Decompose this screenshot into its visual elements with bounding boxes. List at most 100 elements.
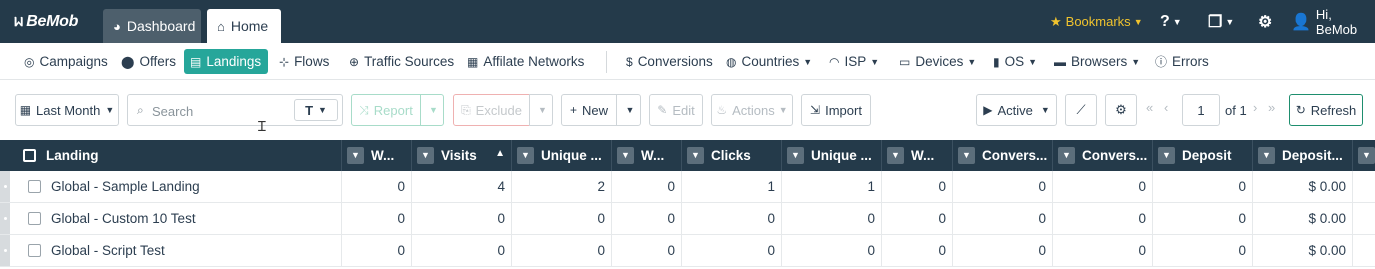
nav-browsers[interactable]: ▬ Browsers ▼ [1048, 49, 1146, 74]
landings-icon: ▤ [190, 54, 202, 69]
status-filter-select[interactable]: ▶ Active ▼ [976, 94, 1057, 126]
nav-isp[interactable]: ◠ ISP ▼ [823, 49, 885, 74]
actions-button[interactable]: ♨ Actions ▼ [711, 94, 793, 126]
row-checkbox[interactable] [28, 212, 41, 225]
prev-page-icon[interactable]: ‹ [1164, 100, 1168, 115]
globe-icon: ⊕ [349, 54, 360, 69]
report-button[interactable]: ⤨ Report [351, 94, 421, 126]
edit-button[interactable]: ✎ Edit [649, 94, 703, 126]
filter-icon[interactable]: ▼ [687, 147, 704, 164]
table-row[interactable]: Global - Custom 10 Test 0 0 0 0 0 0 0 0 0 0 $ 0.00 [0, 203, 1375, 235]
tab-dashboard[interactable]: ◕ Dashboard [103, 9, 201, 43]
workspaces-menu[interactable]: ❐ ▼ [1208, 0, 1234, 43]
column-header[interactable]: ▼ Unique ... [781, 140, 881, 171]
column-header[interactable]: ▼ W... [881, 140, 952, 171]
campaigns-icon: ◎ [24, 54, 35, 69]
new-dropdown[interactable]: ▼ [616, 94, 641, 126]
table-cell: 0 [952, 171, 1052, 202]
table-cell: 0 [341, 235, 411, 266]
table-cell: $ 0.00 [1252, 203, 1352, 234]
date-range-select[interactable]: ▦ Last Month ▼ [15, 94, 119, 126]
new-button[interactable]: + New [561, 94, 617, 126]
filter-icon[interactable]: ▼ [887, 147, 904, 164]
cell-landing[interactable]: Global - Custom 10 Test [10, 203, 341, 234]
nav-os[interactable]: ▮ OS ▼ [987, 49, 1043, 74]
column-header[interactable]: ▼ W... [341, 140, 411, 171]
next-page-icon[interactable]: › [1253, 100, 1257, 115]
nav-countries[interactable]: ◍ Countries ▼ [720, 49, 818, 74]
settings-button[interactable]: ⚙ [1258, 0, 1272, 43]
column-header[interactable]: ▼ Convers... [1052, 140, 1152, 171]
column-settings-button[interactable]: ⚙ [1105, 94, 1137, 126]
gear-icon: ⚙ [1115, 102, 1127, 117]
top-bar: ᥕ BeMob ◕ Dashboard ⌂ Home ★ Bookmarks ▼ ? ▼ ❐… [0, 0, 1375, 43]
cell-landing[interactable]: Global - Script Test [10, 235, 341, 266]
table-cell: 0 [681, 235, 781, 266]
column-header[interactable]: ▼ W... [611, 140, 681, 171]
exclude-button[interactable]: ⎘ Exclude [453, 94, 530, 126]
nav-campaigns[interactable]: ◎ Campaigns [18, 49, 114, 74]
home-icon: ⌂ [217, 18, 225, 34]
nav-errors[interactable]: ⓘ Errors [1149, 49, 1215, 74]
column-visits[interactable]: ▼ Visits ▲ [411, 140, 511, 171]
chart-icon: ⟋ [1076, 102, 1086, 117]
filter-icon[interactable]: ▼ [1358, 147, 1375, 164]
table-cell: 0 [411, 203, 511, 234]
help-menu[interactable]: ? ▼ [1160, 0, 1182, 43]
filter-icon[interactable]: ▼ [958, 147, 975, 164]
last-page-icon[interactable]: » [1268, 100, 1275, 115]
filter-icon[interactable]: ▼ [1258, 147, 1275, 164]
row-handle[interactable] [0, 171, 10, 202]
user-menu[interactable]: 👤 Hi, BeMob [1291, 0, 1375, 43]
countries-icon: ◍ [726, 54, 737, 69]
row-checkbox[interactable] [28, 244, 41, 257]
table-header: Landing ▼ W... ▼ Visits ▲ ▼ Unique ... ▼ W...… [0, 140, 1375, 171]
laptop-icon: ▭ [899, 54, 911, 69]
nav-traffic-sources[interactable]: ⊕ Traffic Sources [343, 49, 460, 74]
nav-flows[interactable]: ⊹ Flows [273, 49, 335, 74]
column-clicks[interactable]: ▼ Clicks [681, 140, 781, 171]
first-page-icon[interactable]: « [1146, 100, 1153, 115]
column-header[interactable]: ▼ Convers... [952, 140, 1052, 171]
nav-devices[interactable]: ▭ Devices ▼ [893, 49, 982, 74]
nav-conversions[interactable]: $ Conversions [620, 49, 719, 74]
row-checkbox[interactable] [28, 180, 41, 193]
exclude-dropdown[interactable]: ▼ [529, 94, 553, 126]
filter-icon[interactable]: ▼ [347, 147, 364, 164]
search-type-select[interactable]: T ▼ [294, 99, 338, 121]
column-deposit[interactable]: ▼ Deposit [1152, 140, 1252, 171]
filter-icon[interactable]: ▼ [617, 147, 634, 164]
filter-icon[interactable]: ▼ [1058, 147, 1075, 164]
column-header[interactable]: ▼ [1352, 140, 1375, 171]
page-number-input[interactable]: 1 [1182, 94, 1220, 126]
filter-icon[interactable]: ▼ [517, 147, 534, 164]
filter-icon[interactable]: ▼ [1158, 147, 1175, 164]
filter-icon[interactable]: ▼ [417, 147, 434, 164]
search-input[interactable] [152, 101, 312, 121]
chevron-down-icon: ▼ [1172, 16, 1182, 27]
report-dropdown[interactable]: ▼ [420, 94, 444, 126]
column-header[interactable]: ▼ Unique ... [511, 140, 611, 171]
nav-affiliate-networks[interactable]: ▦ Affilate Networks [461, 49, 590, 74]
search-field: ⌕ T▼ [127, 94, 343, 126]
select-all-checkbox[interactable] [23, 149, 36, 162]
table-cell: $ 0.00 [1252, 171, 1352, 202]
table-row[interactable]: Global - Sample Landing 0 4 2 0 1 1 0 0 0 0 $ 0.00 [0, 171, 1375, 203]
logo[interactable]: ᥕ BeMob [14, 13, 78, 31]
table-cell: 2 [511, 171, 611, 202]
tab-home[interactable]: ⌂ Home [207, 9, 281, 43]
row-handle[interactable] [0, 235, 10, 266]
bookmarks-menu[interactable]: ★ Bookmarks ▼ [1050, 0, 1143, 43]
gear-icon: ⚙ [1258, 13, 1273, 31]
cell-landing[interactable]: Global - Sample Landing [10, 171, 341, 202]
nav-offers[interactable]: ⬤ Offers [115, 49, 182, 74]
column-landing[interactable]: Landing [0, 140, 341, 171]
refresh-button[interactable]: ↻ Refresh [1289, 94, 1363, 126]
import-button[interactable]: ⇲ Import [801, 94, 871, 126]
column-header[interactable]: ▼ Deposit... [1252, 140, 1352, 171]
nav-landings[interactable]: ▤ Landings [184, 49, 268, 74]
row-handle[interactable] [0, 203, 10, 234]
table-row[interactable]: Global - Script Test 0 0 0 0 0 0 0 0 0 0 $ 0.00 [0, 235, 1375, 267]
filter-icon[interactable]: ▼ [787, 147, 804, 164]
chart-button[interactable]: ⟋ [1065, 94, 1097, 126]
